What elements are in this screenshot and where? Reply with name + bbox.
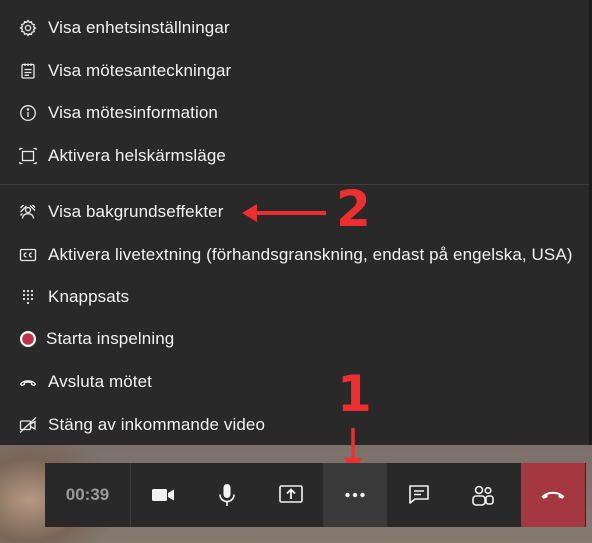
menu-divider [0, 184, 589, 185]
participants-button[interactable] [451, 463, 515, 527]
menu-item-label: Visa enhetsinställningar [48, 18, 230, 37]
notes-icon [19, 62, 37, 80]
menu-item-label: Aktivera livetextning (förhandsgransknin… [48, 245, 573, 264]
menu-item-label: Knappsats [48, 287, 130, 306]
background-effects-icon [19, 203, 37, 221]
annotation-step-1: 1 [337, 365, 372, 423]
menu-item-label: Visa bakgrundseffekter [48, 202, 224, 221]
meeting-timer: 00:39 [45, 463, 131, 527]
record-icon [19, 330, 37, 348]
menu-item-meeting-info[interactable]: Visa mötesinformation [0, 94, 589, 132]
menu-item-leave-meeting[interactable]: Avsluta mötet [0, 363, 589, 401]
menu-item-fullscreen[interactable]: Aktivera helskärmsläge [0, 137, 589, 175]
menu-item-incoming-video-off[interactable]: Stäng av inkommande video [0, 406, 589, 444]
chat-icon [409, 485, 429, 504]
menu-item-start-recording[interactable]: Starta inspelning [0, 320, 589, 358]
hangup-button[interactable] [521, 463, 585, 527]
menu-item-meeting-notes[interactable]: Visa mötesanteckningar [0, 52, 589, 90]
meeting-toolbar: 00:39 [45, 463, 586, 527]
menu-item-label: Visa mötesanteckningar [48, 61, 232, 80]
camera-icon [152, 489, 174, 501]
chat-button[interactable] [387, 463, 451, 527]
microphone-button[interactable] [195, 463, 259, 527]
share-screen-button[interactable] [259, 463, 323, 527]
menu-item-label: Visa mötesinformation [48, 103, 218, 122]
menu-item-label: Avsluta mötet [48, 372, 152, 391]
annotation-step-2: 2 [336, 180, 371, 238]
fullscreen-icon [19, 147, 37, 165]
menu-item-live-captions[interactable]: Aktivera livetextning (förhandsgransknin… [0, 236, 589, 274]
share-screen-icon [279, 485, 303, 503]
microphone-icon [219, 484, 235, 506]
camera-button[interactable] [131, 463, 195, 527]
info-icon [19, 104, 37, 122]
menu-item-device-settings[interactable]: Visa enhetsinställningar [0, 9, 589, 47]
more-options-button[interactable] [323, 463, 387, 527]
annotation-arrow-left [242, 204, 326, 222]
hangup-icon [541, 491, 565, 499]
video-off-icon [19, 416, 37, 434]
menu-item-label: Stäng av inkommande video [48, 415, 266, 434]
closed-captions-icon [19, 246, 37, 264]
gear-icon [19, 19, 37, 37]
dialpad-icon [19, 288, 37, 306]
hangup-icon [19, 373, 37, 391]
more-options-icon [345, 492, 365, 498]
menu-item-label: Starta inspelning [46, 329, 175, 348]
participants-icon [472, 485, 494, 506]
menu-item-label: Aktivera helskärmsläge [48, 146, 226, 165]
menu-item-dialpad[interactable]: Knappsats [0, 278, 589, 316]
